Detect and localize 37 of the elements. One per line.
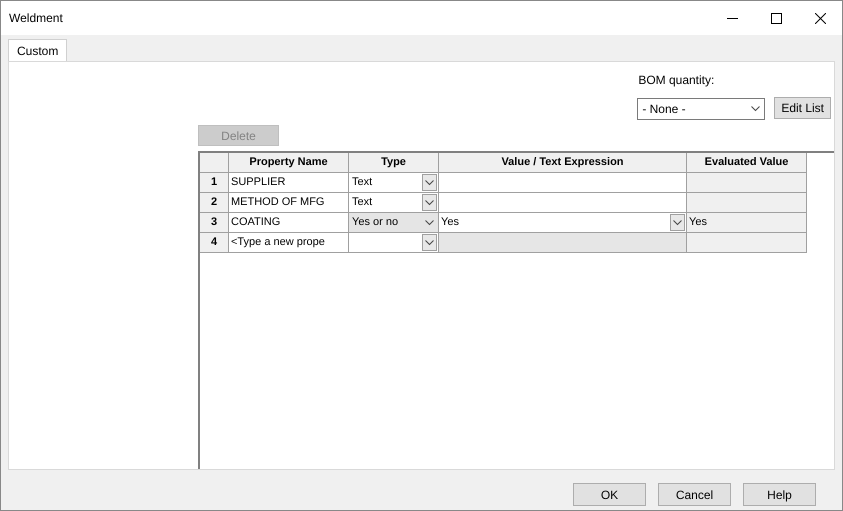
row-number: 1 [200,173,229,193]
value-cell[interactable]: Yes [439,213,687,233]
type-dropdown[interactable]: Text [349,173,439,193]
close-icon [814,12,826,24]
value-cell[interactable] [439,173,687,193]
column-header: Type [349,153,439,173]
maximize-icon [770,12,782,24]
caret-icon [425,180,434,186]
dropdown-button[interactable] [670,214,685,231]
dropdown-button[interactable] [422,174,437,191]
dropdown-button[interactable] [422,194,437,211]
corner-cell [200,153,229,173]
dialog-button[interactable]: Help [743,483,816,506]
dialog-button[interactable]: OK [573,483,646,506]
tab[interactable]: Custom [8,39,68,61]
caret-icon [751,106,760,112]
dialog-button[interactable]: Cancel [658,483,731,506]
value-cell[interactable] [439,193,687,213]
bom-quantity-dropdown[interactable]: - None - [637,98,766,120]
caret-icon [425,240,434,246]
column-header: Property Name [229,153,349,173]
caret-icon [425,200,434,206]
column-header: Value / Text Expression [439,153,687,173]
row-number: 4 [200,233,229,253]
window-title: Weldment [9,10,64,27]
column-header: Evaluated Value [687,153,807,173]
edit-list-button[interactable]: Edit List [774,97,831,119]
type-dropdown[interactable]: Yes or no [349,213,439,233]
type-dropdown[interactable] [349,233,439,253]
dropdown-button[interactable] [422,234,437,251]
type-dropdown[interactable]: Text [349,193,439,213]
evaluated-cell: Yes [687,213,807,233]
caret-icon [673,220,682,226]
row-number: 2 [200,193,229,213]
row-number: 3 [200,213,229,233]
bom-quantity-label: BOM quantity: [637,72,716,89]
caret-icon [425,220,434,226]
